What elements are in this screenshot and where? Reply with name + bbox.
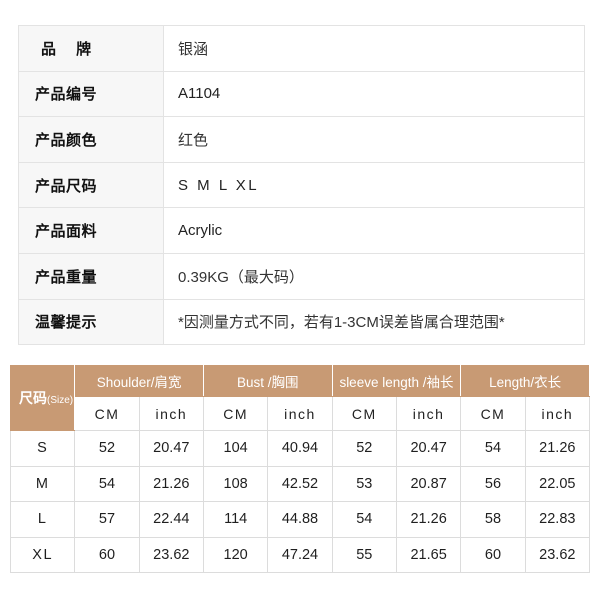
info-value: 红色 <box>163 116 585 163</box>
unit-header-sleeve-inch: inch <box>395 396 462 431</box>
info-row: 产品颜色 红色 <box>18 116 585 163</box>
info-label: 品 牌 <box>18 25 164 72</box>
info-label: 产品面料 <box>18 207 164 254</box>
size-chart-value-cell: 47.24 <box>267 536 333 573</box>
info-value: S M L XL <box>163 161 585 209</box>
info-row: 产品面料 Acrylic <box>18 207 585 254</box>
unit-header-sleeve-cm: CM <box>331 396 397 431</box>
size-chart-value-cell: 55 <box>331 536 397 573</box>
info-label: 温馨提示 <box>18 298 164 346</box>
size-chart-body: S 52 20.47 104 40.94 52 20.47 54 21.26 M 54 21.26 10… <box>9 430 591 573</box>
size-chart-corner-header: 尺码(Size) <box>9 365 76 431</box>
size-chart-size-cell: M <box>9 465 76 502</box>
size-chart-value-cell: 56 <box>460 465 526 502</box>
size-chart-table: 尺码(Size) Shoulder/肩宽 Bust /胸围 sleeve len… <box>9 365 591 573</box>
size-chart-value-cell: 54 <box>74 465 140 502</box>
info-value: 银涵 <box>163 25 585 72</box>
size-chart-value-cell: 54 <box>460 430 526 467</box>
size-corner-sublabel: (Size) <box>47 395 74 406</box>
size-chart-value-cell: 21.65 <box>395 536 462 573</box>
size-chart-value-cell: 22.05 <box>524 465 591 502</box>
size-chart-size-cell: S <box>9 430 76 467</box>
size-chart-value-cell: 60 <box>74 536 140 573</box>
size-chart-value-cell: 40.94 <box>267 430 333 467</box>
size-chart-value-cell: 108 <box>202 465 269 502</box>
size-chart-size-cell: L <box>9 501 76 538</box>
size-chart-value-cell: 21.26 <box>395 501 462 538</box>
info-value: 0.39KG（最大码） <box>163 252 585 300</box>
size-chart-size-cell: XL <box>9 536 76 573</box>
size-chart-value-cell: 120 <box>202 536 269 573</box>
size-chart-value-cell: 21.26 <box>138 465 204 502</box>
size-chart-value-cell: 104 <box>202 430 269 467</box>
group-header-bust: Bust /胸围 <box>202 365 333 397</box>
unit-header-length-cm: CM <box>460 396 526 431</box>
size-chart-row: S 52 20.47 104 40.94 52 20.47 54 21.26 <box>9 430 591 467</box>
size-chart-head: 尺码(Size) Shoulder/肩宽 Bust /胸围 sleeve len… <box>9 365 591 431</box>
size-chart-value-cell: 20.87 <box>395 465 462 502</box>
info-row: 温馨提示 *因测量方式不同，若有1-3CM误差皆属合理范围* <box>18 298 585 346</box>
unit-header-bust-inch: inch <box>267 396 333 431</box>
size-chart-value-cell: 21.26 <box>524 430 591 467</box>
info-value: *因测量方式不同，若有1-3CM误差皆属合理范围* <box>163 298 585 346</box>
size-chart-value-cell: 60 <box>460 536 526 573</box>
size-chart-row: L 57 22.44 114 44.88 54 21.26 58 22.83 <box>9 501 591 538</box>
unit-header-length-inch: inch <box>524 396 591 431</box>
info-label: 产品重量 <box>18 252 164 300</box>
unit-header-bust-cm: CM <box>202 396 269 431</box>
size-chart-row: M 54 21.26 108 42.52 53 20.87 56 22.05 <box>9 465 591 502</box>
size-chart-value-cell: 52 <box>74 430 140 467</box>
size-chart-value-cell: 57 <box>74 501 140 538</box>
group-header-shoulder: Shoulder/肩宽 <box>74 365 204 397</box>
product-info-body: 品 牌银涵 产品编号 A1104 产品颜色 红色 产品尺码 S M L XL 产品面料 Acry… <box>18 25 585 346</box>
info-value: Acrylic <box>163 207 585 254</box>
size-chart-value-cell: 20.47 <box>138 430 204 467</box>
size-chart-value-cell: 23.62 <box>524 536 591 573</box>
size-chart-value-cell: 58 <box>460 501 526 538</box>
unit-header-shoulder-cm: CM <box>74 396 140 431</box>
size-chart-value-cell: 23.62 <box>138 536 204 573</box>
product-info-table: 品 牌银涵 产品编号 A1104 产品颜色 红色 产品尺码 S M L XL 产品面料 Acry… <box>18 25 585 346</box>
info-row: 品 牌银涵 <box>18 25 585 72</box>
size-chart-value-cell: 20.47 <box>395 430 462 467</box>
size-chart-value-cell: 44.88 <box>267 501 333 538</box>
group-header-sleeve-length: sleeve length /袖长 <box>331 365 462 397</box>
size-chart-value-cell: 22.44 <box>138 501 204 538</box>
info-label: 产品颜色 <box>18 116 164 163</box>
size-chart-row: XL 60 23.62 120 47.24 55 21.65 60 23.62 <box>9 536 591 573</box>
info-row: 产品重量 0.39KG（最大码） <box>18 252 585 300</box>
info-value: A1104 <box>163 70 585 118</box>
size-chart-unit-row: CM inch CM inch CM inch CM inch <box>11 396 591 431</box>
size-chart-value-cell: 53 <box>331 465 397 502</box>
size-chart-value-cell: 22.83 <box>524 501 591 538</box>
size-chart-group-row: 尺码(Size) Shoulder/肩宽 Bust /胸围 sleeve len… <box>9 365 590 431</box>
info-row: 产品编号 A1104 <box>18 70 585 118</box>
size-chart-value-cell: 114 <box>202 501 269 538</box>
info-label: 产品编号 <box>18 70 164 118</box>
info-label: 产品尺码 <box>18 161 164 209</box>
info-row: 产品尺码 S M L XL <box>18 161 585 209</box>
group-header-length: Length/衣长 <box>460 365 590 397</box>
size-chart-value-cell: 54 <box>331 501 397 538</box>
size-chart-value-cell: 42.52 <box>267 465 333 502</box>
unit-header-shoulder-inch: inch <box>138 396 204 431</box>
size-chart-value-cell: 52 <box>331 430 397 467</box>
size-corner-label: 尺码 <box>19 390 47 406</box>
